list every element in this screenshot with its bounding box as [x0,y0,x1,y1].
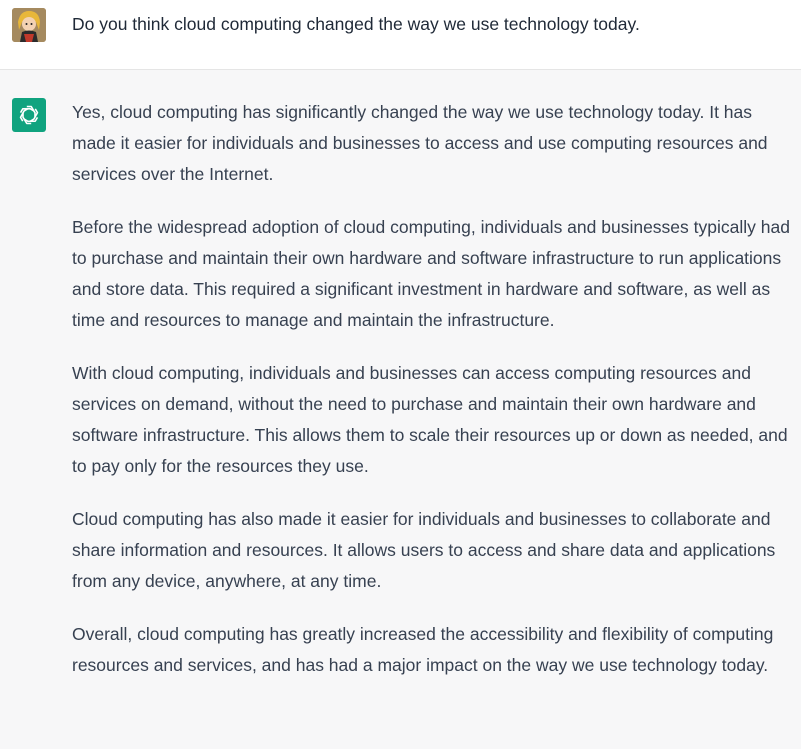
assistant-paragraph: Before the widespread adoption of cloud … [72,217,790,330]
assistant-message-row: Yes, cloud computing has significantly c… [0,70,801,749]
user-message-row: Do you think cloud computing changed the… [0,0,801,70]
assistant-paragraph: With cloud computing, individuals and bu… [72,363,788,476]
user-message-text: Do you think cloud computing changed the… [72,14,640,34]
assistant-paragraph: Cloud computing has also made it easier … [72,509,776,591]
assistant-paragraph: Overall, cloud computing has greatly inc… [72,624,774,675]
openai-logo-icon [12,98,46,132]
chat-page: Do you think cloud computing changed the… [0,0,801,749]
user-avatar-icon [12,8,46,42]
assistant-message-text: Yes, cloud computing has significantly c… [72,97,796,703]
assistant-paragraph: Yes, cloud computing has significantly c… [72,102,768,184]
